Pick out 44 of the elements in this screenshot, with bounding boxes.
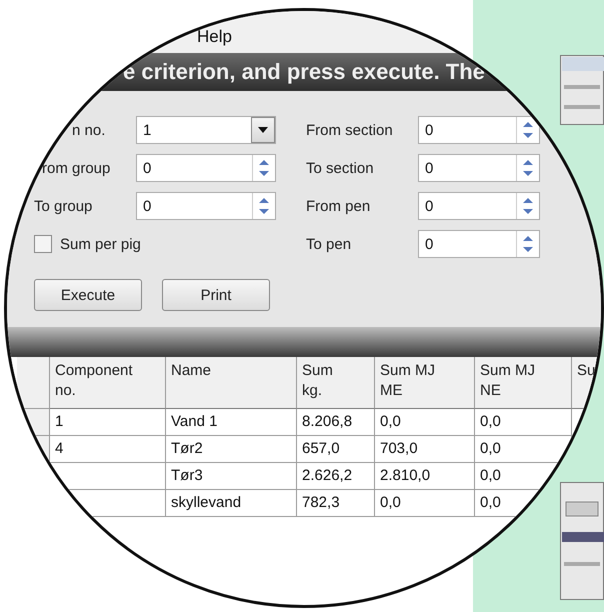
table-cell: 1 <box>50 409 166 436</box>
table-cell: 0,0 <box>475 490 572 517</box>
number-field[interactable]: 0 <box>418 192 540 220</box>
table-cell: 2.626,2 <box>297 463 375 490</box>
table-cell: 2.810,0 <box>375 463 475 490</box>
checkbox-label: Sum per pig <box>60 236 141 252</box>
field-label: To section <box>306 160 375 176</box>
corner-header <box>17 357 50 409</box>
table-cell: 8.206,8 <box>297 409 375 436</box>
field-label: n no. <box>71 122 106 138</box>
action-button[interactable]: Print <box>162 279 270 311</box>
table-cell: 0,0 <box>475 436 572 463</box>
table-cell: 782,3 <box>297 490 375 517</box>
field-label: To pen <box>306 236 352 252</box>
table-cell: Vand 1 <box>166 409 297 436</box>
field-label: From section <box>306 122 394 138</box>
table-cell: 0,0 <box>375 409 475 436</box>
menu-item[interactable]: Help <box>197 27 232 53</box>
table-cell: 0,0 <box>475 409 572 436</box>
column-header[interactable]: Name <box>166 357 297 409</box>
table-cell: 4 <box>50 436 166 463</box>
table-cell: 0,0 <box>375 490 475 517</box>
table-cell: skyllevand <box>166 490 297 517</box>
number-field[interactable]: 0 <box>136 192 276 220</box>
number-field[interactable]: 0 <box>418 116 540 144</box>
table-cell: 657,0 <box>297 436 375 463</box>
window-top-drawing <box>560 55 604 125</box>
table-cell: Tør2 <box>166 436 297 463</box>
column-header[interactable]: Sum MJ ME <box>375 357 475 409</box>
dropdown-field[interactable]: 1 <box>136 116 276 144</box>
field-label: From pen <box>306 198 372 214</box>
table-cell: 0,0 <box>475 463 572 490</box>
checkbox[interactable] <box>34 235 52 253</box>
column-header[interactable]: Sum MJ NE <box>475 357 572 409</box>
column-header[interactable]: Sum kg. <box>297 357 375 409</box>
column-header[interactable]: Component no. <box>50 357 166 409</box>
field-label: rom group <box>41 160 112 176</box>
field-label: To group <box>34 198 94 214</box>
number-field[interactable]: 0 <box>136 154 276 182</box>
action-button[interactable]: Execute <box>34 279 142 311</box>
table-cell: 703,0 <box>375 436 475 463</box>
table-cell: Tør3 <box>166 463 297 490</box>
number-field[interactable]: 0 <box>418 154 540 182</box>
number-field[interactable]: 0 <box>418 230 540 258</box>
